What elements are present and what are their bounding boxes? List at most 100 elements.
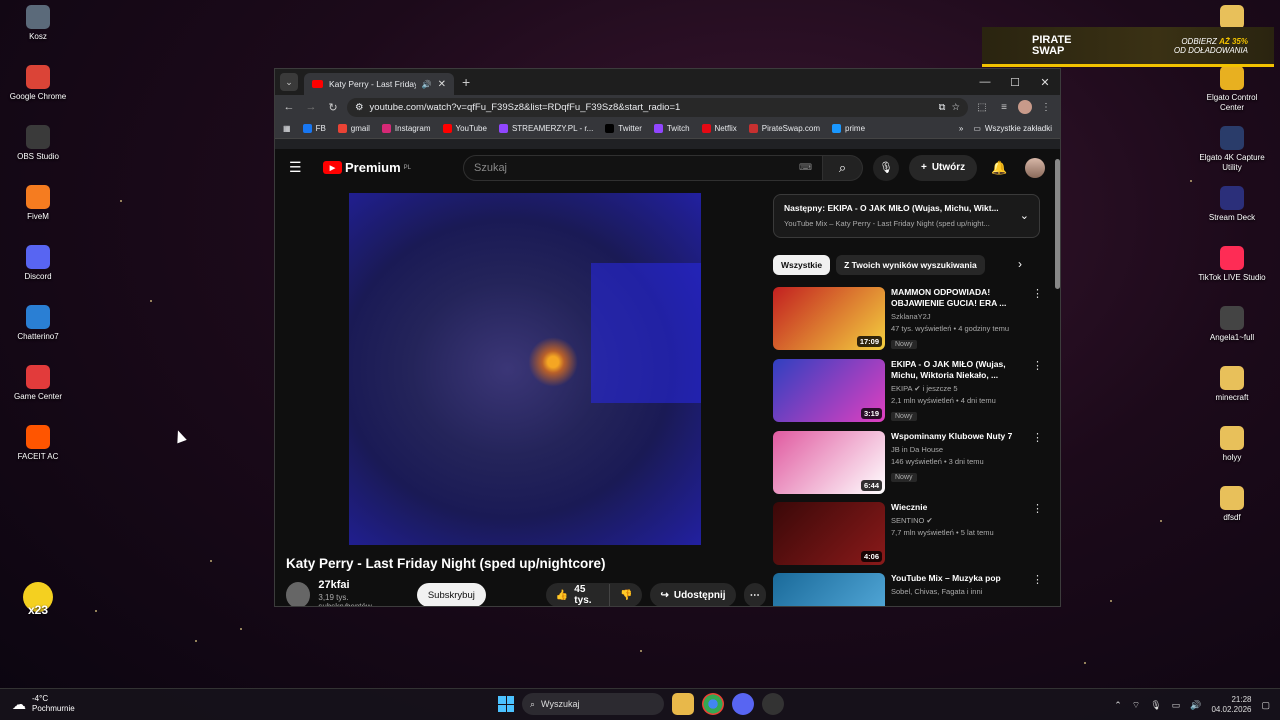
chrome-taskbar-icon[interactable] (702, 693, 724, 715)
right-desktop-icon[interactable]: minecraft (1194, 366, 1270, 403)
tab-close-icon[interactable]: ✕ (438, 79, 446, 90)
recommendation-item[interactable]: 4:06 Wiecznie SENTINO ✔ 7,7 mln wyświetleń … (773, 502, 1043, 566)
new-tab-button[interactable]: + (462, 74, 470, 90)
right-desktop-icon[interactable]: Stream Deck (1194, 186, 1270, 223)
recommendation-item[interactable]: 6:44 Wspominamy Klubowe Nuty 7 JB in Da Ho… (773, 431, 1043, 495)
speaker-icon[interactable]: 🔊 (422, 80, 432, 89)
left-desktop-icon[interactable]: Game Center (0, 365, 76, 402)
recommendation-item[interactable]: YouTube Mix – Muzyka pop Sobel, Chivas, F… (773, 573, 1043, 606)
channel-avatar[interactable] (286, 582, 311, 606)
bookmark-item[interactable]: PirateSwap.com (748, 124, 820, 133)
notifications-icon[interactable]: 🔔 (991, 160, 1007, 176)
dislike-button[interactable]: 👎 (610, 590, 642, 601)
bookmark-item[interactable]: Twitter (605, 124, 642, 133)
search-button[interactable]: ⌕ (822, 154, 863, 181)
tab-search-button[interactable]: ⌄ (280, 73, 298, 91)
right-desktop-icon[interactable]: dfsdf (1194, 486, 1270, 523)
close-window-button[interactable]: ✕ (1030, 69, 1060, 95)
minimize-button[interactable]: — (970, 69, 1000, 95)
more-bookmarks-icon[interactable]: » (959, 124, 963, 133)
x23-desktop-icon[interactable]: x23 (0, 582, 76, 616)
left-desktop-icon[interactable]: FiveM (0, 185, 76, 222)
right-desktop-icon[interactable]: Angela1~full (1194, 306, 1270, 343)
video-thumbnail[interactable]: 17:09 (773, 287, 885, 350)
video-thumbnail[interactable]: 6:44 (773, 431, 885, 494)
chip-from-search[interactable]: Z Twoich wyników wyszukiwania (836, 255, 985, 275)
weather-widget[interactable]: ☁ -4°C Pochmurnie (12, 694, 75, 714)
left-desktop-icon[interactable]: Google Chrome (0, 65, 76, 102)
apps-grid-icon[interactable]: ▦ (283, 124, 291, 133)
right-desktop-icon[interactable]: Elgato Control Center (1194, 66, 1270, 113)
left-desktop-icon[interactable]: Discord (0, 245, 76, 282)
chevron-down-icon[interactable]: ⌄ (1020, 209, 1029, 222)
site-info-icon[interactable]: ⚙ (355, 102, 364, 113)
keyboard-icon[interactable]: ⌨ (799, 162, 812, 173)
discord-taskbar-icon[interactable] (732, 693, 754, 715)
right-desktop-icon[interactable]: holyy (1194, 426, 1270, 463)
left-desktop-icon[interactable]: OBS Studio (0, 125, 76, 162)
video-thumbnail[interactable]: 3:19 (773, 359, 885, 422)
bookmark-item[interactable]: Netflix (701, 124, 737, 133)
search-input[interactable]: Szukaj ⌨ (462, 154, 823, 181)
more-options-icon[interactable]: ⋮ (1032, 287, 1043, 351)
left-desktop-icon[interactable]: FACEIT AC (0, 425, 76, 462)
network-icon[interactable]: ⌔ (1132, 700, 1140, 711)
chrome-menu-icon[interactable]: ⋮ (1038, 102, 1054, 113)
menu-icon[interactable]: ☰ (289, 159, 309, 176)
back-button[interactable]: ← (281, 101, 297, 113)
all-bookmarks-folder[interactable]: ▭ Wszystkie zakładki (973, 124, 1052, 133)
bookmark-item[interactable]: Instagram (381, 124, 431, 133)
bookmark-item[interactable]: YouTube (442, 124, 487, 133)
right-desktop-icon[interactable]: TikTok LIVE Studio (1194, 246, 1270, 283)
share-button[interactable]: ↪ Udostępnij (650, 583, 736, 606)
like-button[interactable]: 👍 45 tys. (546, 584, 610, 606)
more-options-icon[interactable]: ⋮ (1032, 431, 1043, 495)
recommendation-item[interactable]: 17:09 MAMMON ODPOWIADA! OBJAWIENIE GUCIA!… (773, 287, 1043, 351)
notification-icon[interactable]: ▢ (1261, 700, 1270, 711)
chevron-right-icon[interactable]: › (1018, 257, 1022, 271)
media-controls-icon[interactable]: ≡ (996, 102, 1012, 113)
clock[interactable]: 21:28 04.02.2026 (1211, 695, 1251, 715)
create-button[interactable]: + Utwórz (908, 154, 978, 181)
bookmark-item[interactable]: FB (302, 124, 326, 133)
maximize-button[interactable]: ☐ (1000, 69, 1030, 95)
more-options-icon[interactable]: ⋮ (1032, 359, 1043, 423)
reload-button[interactable]: ↻ (325, 101, 341, 114)
display-icon[interactable]: ▭ (1172, 700, 1181, 711)
tab-youtube[interactable]: Katy Perry - Last Friday Nigh 🔊 ✕ (304, 73, 454, 95)
left-desktop-icon[interactable]: Kosz (0, 5, 76, 42)
extensions-icon[interactable]: ⬚ (974, 102, 990, 113)
bookmark-item[interactable]: Twitch (653, 124, 690, 133)
chevron-up-icon[interactable]: ⌃ (1114, 700, 1122, 711)
forward-button[interactable]: → (303, 101, 319, 113)
video-thumbnail[interactable]: 4:06 (773, 502, 885, 565)
more-actions-button[interactable]: ⋯ (743, 583, 767, 606)
omnibox[interactable]: ⚙ youtube.com/watch?v=qfFu_F39Sz8&list=R… (347, 97, 968, 117)
chip-all[interactable]: Wszystkie (773, 255, 831, 275)
video-player[interactable] (349, 193, 701, 545)
youtube-logo[interactable]: ▶ Premium PL (323, 160, 411, 175)
bookmark-star-icon[interactable]: ☆ (951, 102, 960, 113)
volume-icon[interactable]: 🔊 (1190, 700, 1201, 711)
bookmark-item[interactable]: STREAMERZY.PL - r... (498, 124, 593, 133)
scrollbar[interactable] (1055, 149, 1060, 606)
account-avatar[interactable] (1025, 157, 1046, 178)
pirateswap-ad-banner[interactable]: PIRATE SWAP ODBIERZ AŻ 35% OD DOŁADOWANIA (982, 27, 1274, 67)
recommendation-item[interactable]: 3:19 EKIPA - O JAK MIŁO (Wujas, Michu, Wi… (773, 359, 1043, 423)
up-next-panel[interactable]: Następny: EKIPA - O JAK MIŁO (Wujas, Mic… (773, 194, 1040, 238)
channel-name[interactable]: 27kfai (318, 579, 398, 591)
profile-avatar[interactable] (1018, 100, 1032, 114)
bookmark-item[interactable]: prime (832, 124, 865, 133)
right-desktop-icon[interactable]: Elgato 4K Capture Utility (1194, 126, 1270, 173)
microphone-icon[interactable]: 🎙 (1150, 700, 1161, 711)
more-options-icon[interactable]: ⋮ (1032, 502, 1043, 566)
more-options-icon[interactable]: ⋮ (1032, 573, 1043, 606)
file-explorer-icon[interactable] (672, 693, 694, 715)
bookmark-item[interactable]: gmail (337, 124, 370, 133)
left-desktop-icon[interactable]: Chatterino7 (0, 305, 76, 342)
start-button[interactable] (498, 696, 514, 712)
taskbar-search[interactable]: ⌕ Wyszukaj (522, 693, 664, 715)
obs-taskbar-icon[interactable] (762, 693, 784, 715)
voice-search-button[interactable]: 🎙 (872, 154, 899, 181)
subscribe-button[interactable]: Subskrybuj (416, 583, 486, 606)
